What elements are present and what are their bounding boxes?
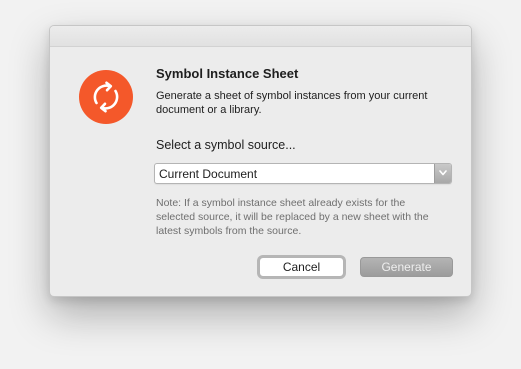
symbol-source-select[interactable]: Current Document: [154, 163, 452, 184]
refresh-cycle-icon: [79, 70, 133, 124]
dialog-title: Symbol Instance Sheet: [156, 66, 299, 81]
plugin-badge-icon: [72, 63, 140, 131]
replacement-note: Note: If a symbol instance sheet already…: [156, 197, 429, 237]
source-prompt-label: Select a symbol source...: [156, 138, 296, 152]
generate-button[interactable]: Generate: [360, 257, 453, 277]
cancel-button[interactable]: Cancel: [259, 257, 344, 277]
symbol-instance-sheet-dialog: Symbol Instance Sheet Generate a sheet o…: [49, 25, 472, 297]
window-titlebar[interactable]: [50, 26, 471, 47]
symbol-source-selected-value: Current Document: [159, 167, 258, 181]
dialog-description: Generate a sheet of symbol instances fro…: [156, 90, 428, 116]
chevron-down-icon[interactable]: [434, 164, 451, 183]
